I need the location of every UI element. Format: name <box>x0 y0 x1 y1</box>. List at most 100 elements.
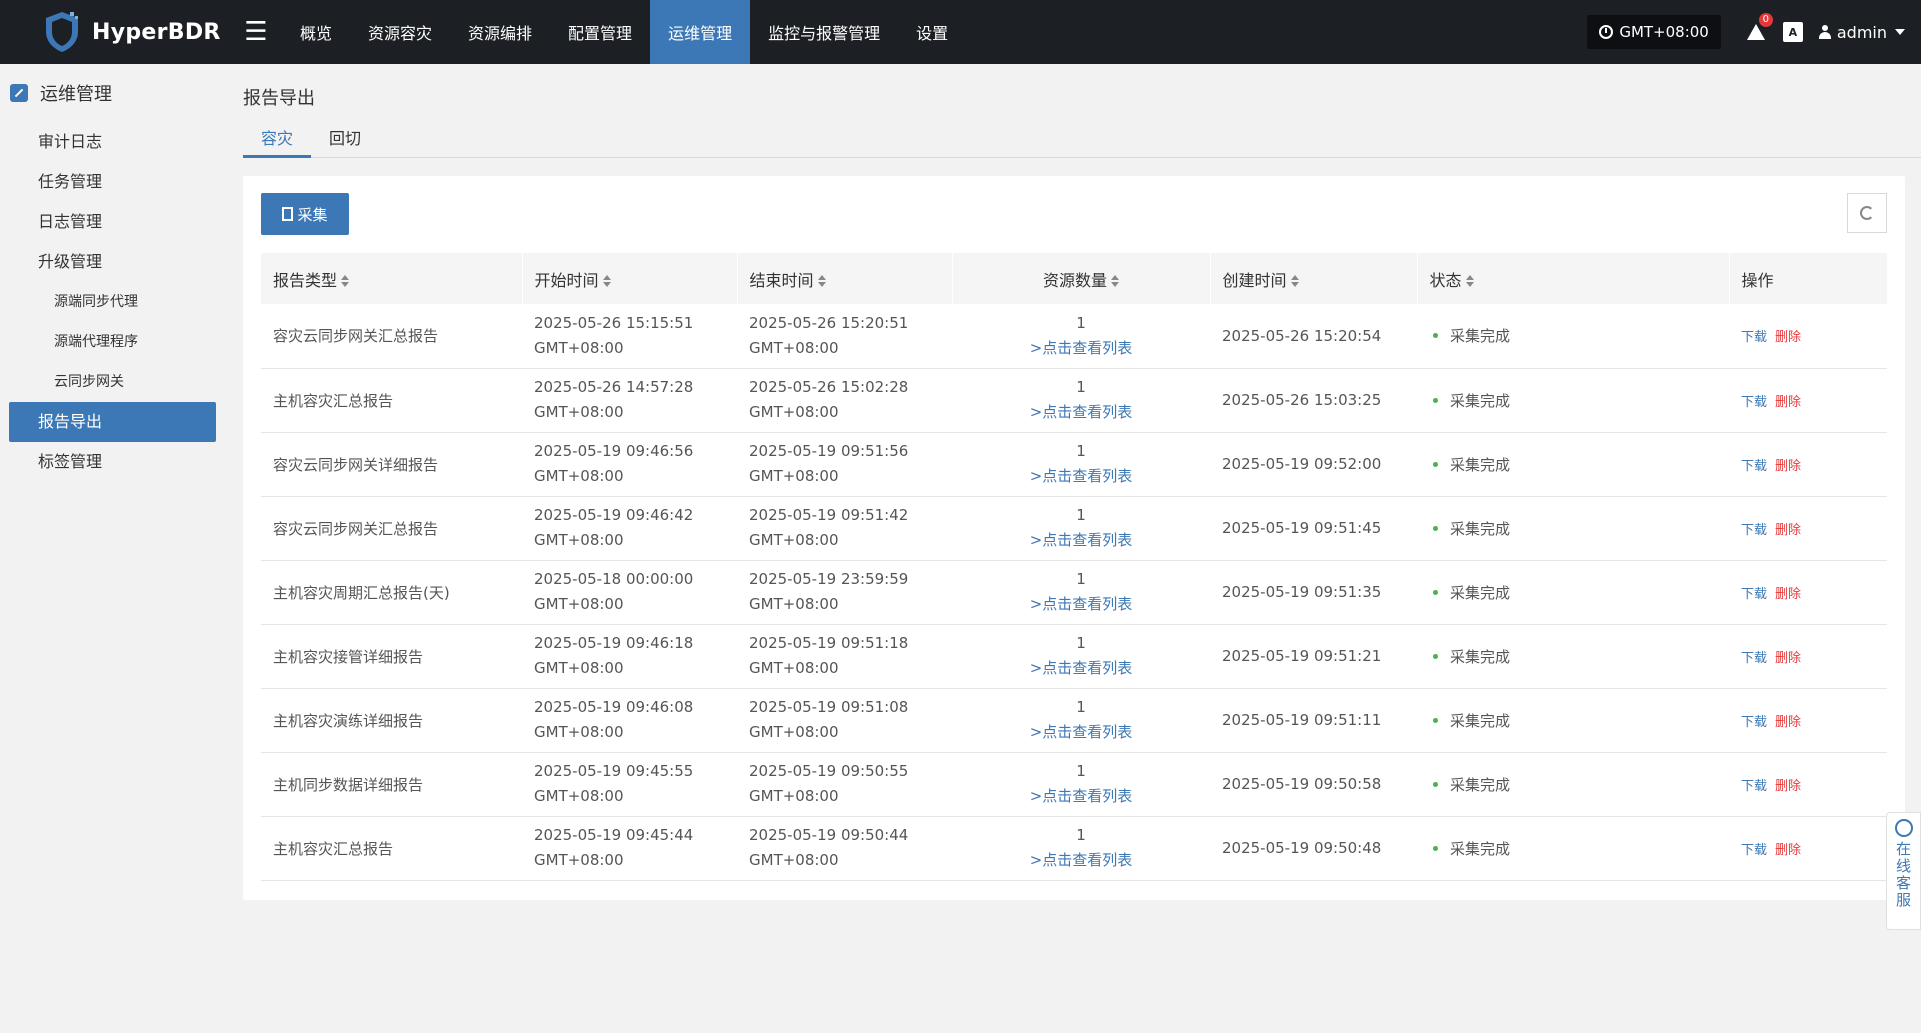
sort-icon[interactable] <box>1111 275 1119 287</box>
cell-end-time: 2025-05-19 09:51:08 GMT+08:00 <box>737 688 952 753</box>
view-list-link[interactable]: >点击查看列表 <box>952 592 1210 617</box>
language-switch-icon[interactable]: A <box>1782 22 1803 42</box>
cell-created-time: 2025-05-19 09:52:00 <box>1210 432 1417 497</box>
delete-link[interactable]: 删除 <box>1775 523 1801 538</box>
sort-icon[interactable] <box>602 275 611 287</box>
timezone-display[interactable]: GMT+08:00 <box>1587 15 1721 49</box>
view-list-link[interactable]: >点击查看列表 <box>952 336 1210 361</box>
nav-ops-management[interactable]: 运维管理 <box>650 0 751 64</box>
sidebar-item-task-management[interactable]: 任务管理 <box>0 162 222 202</box>
cell-resource-count: 1 >点击查看列表 <box>952 560 1210 625</box>
cell-actions: 下载 删除 <box>1729 560 1887 625</box>
download-link[interactable]: 下载 <box>1741 779 1767 794</box>
resource-count: 1 <box>1076 378 1086 396</box>
cell-resource-count: 1 >点击查看列表 <box>952 688 1210 753</box>
sidebar-item-source-sync-agent[interactable]: 源端同步代理 <box>0 282 222 322</box>
cell-end-time: 2025-05-19 09:50:44 GMT+08:00 <box>737 816 952 881</box>
download-link[interactable]: 下载 <box>1741 715 1767 730</box>
download-link[interactable]: 下载 <box>1741 330 1767 345</box>
start-datetime: 2025-05-19 09:46:08 <box>534 698 694 716</box>
top-right-tools: GMT+08:00 0 A admin <box>1587 0 1921 64</box>
delete-link[interactable]: 删除 <box>1775 459 1801 474</box>
sidebar-item-upgrade-management[interactable]: 升级管理 <box>0 242 222 282</box>
cell-report-type: 主机容灾周期汇总报告(天) <box>261 560 522 625</box>
nav-config-management[interactable]: 配置管理 <box>550 0 650 64</box>
collect-button[interactable]: 采集 <box>261 193 349 235</box>
view-list-link[interactable]: >点击查看列表 <box>952 784 1210 809</box>
view-list-link[interactable]: >点击查看列表 <box>952 464 1210 489</box>
end-timezone: GMT+08:00 <box>749 851 839 869</box>
status-dot-icon <box>1433 333 1438 339</box>
end-datetime: 2025-05-26 15:02:28 <box>749 378 909 396</box>
col-header-created-time[interactable]: 创建时间 <box>1210 253 1418 304</box>
tab-disaster-recovery[interactable]: 容灾 <box>243 122 312 158</box>
brand-logo[interactable]: HyperBDR <box>0 0 230 64</box>
end-timezone: GMT+08:00 <box>749 531 839 549</box>
view-list-link[interactable]: >点击查看列表 <box>952 848 1210 873</box>
main-nav: 概览 资源容灾 资源编排 配置管理 运维管理 监控与报警管理 设置 <box>282 0 966 64</box>
col-header-resource-count[interactable]: 资源数量 <box>952 253 1211 304</box>
delete-link[interactable]: 删除 <box>1775 779 1801 794</box>
nav-resource-dr[interactable]: 资源容灾 <box>350 0 450 64</box>
report-table: 报告类型 开始时间 结束时间 资源数量 创建时间 状态 操作 容灾云同步网关汇总… <box>261 253 1888 881</box>
col-header-end-time[interactable]: 结束时间 <box>737 253 953 304</box>
nav-resource-orchestration[interactable]: 资源编排 <box>450 0 550 64</box>
download-link[interactable]: 下载 <box>1741 843 1767 858</box>
delete-link[interactable]: 删除 <box>1775 587 1801 602</box>
nav-monitoring-alerts[interactable]: 监控与报警管理 <box>750 0 898 64</box>
start-datetime: 2025-05-19 09:45:55 <box>534 762 694 780</box>
service-label-char: 客 <box>1895 874 1911 892</box>
tab-failback[interactable]: 回切 <box>311 122 379 158</box>
nav-settings[interactable]: 设置 <box>898 0 966 64</box>
user-menu[interactable]: admin <box>1818 23 1905 42</box>
download-link[interactable]: 下载 <box>1741 651 1767 666</box>
sort-icon[interactable] <box>817 275 826 287</box>
cell-report-type: 主机容灾汇总报告 <box>261 368 522 433</box>
delete-link[interactable]: 删除 <box>1775 330 1801 345</box>
cell-resource-count: 1 >点击查看列表 <box>952 752 1210 817</box>
sort-icon[interactable] <box>1290 275 1299 287</box>
download-link[interactable]: 下载 <box>1741 587 1767 602</box>
col-header-report-type[interactable]: 报告类型 <box>261 253 523 304</box>
cell-end-time: 2025-05-19 09:51:42 GMT+08:00 <box>737 496 952 561</box>
sidebar-item-report-export[interactable]: 报告导出 <box>9 402 216 442</box>
sidebar-item-audit-log[interactable]: 审计日志 <box>0 122 222 162</box>
download-link[interactable]: 下载 <box>1741 395 1767 410</box>
view-list-link[interactable]: >点击查看列表 <box>952 720 1210 745</box>
resource-count: 1 <box>1076 698 1086 716</box>
delete-link[interactable]: 删除 <box>1775 651 1801 666</box>
download-link[interactable]: 下载 <box>1741 459 1767 474</box>
cell-report-type: 主机容灾演练详细报告 <box>261 688 522 753</box>
sidebar-item-log-management[interactable]: 日志管理 <box>0 202 222 242</box>
delete-link[interactable]: 删除 <box>1775 395 1801 410</box>
sidebar-item-cloud-sync-gateway[interactable]: 云同步网关 <box>0 362 222 402</box>
view-list-link[interactable]: >点击查看列表 <box>952 528 1210 553</box>
sort-icon[interactable] <box>1465 275 1474 287</box>
sort-icon[interactable] <box>341 275 350 287</box>
download-link[interactable]: 下载 <box>1741 523 1767 538</box>
menu-toggle-icon[interactable]: ☰ <box>230 0 282 64</box>
sidebar-item-source-agent-program[interactable]: 源端代理程序 <box>0 322 222 362</box>
cell-created-time: 2025-05-19 09:51:35 <box>1210 560 1417 625</box>
nav-overview[interactable]: 概览 <box>282 0 350 64</box>
view-list-link[interactable]: >点击查看列表 <box>952 656 1210 681</box>
status-text: 采集完成 <box>1450 391 1511 410</box>
col-header-start-time[interactable]: 开始时间 <box>522 253 738 304</box>
chevron-down-icon <box>1895 29 1905 35</box>
table-header-row: 报告类型 开始时间 结束时间 资源数量 创建时间 状态 操作 <box>261 253 1888 304</box>
online-service-button[interactable]: 在 线 客 服 <box>1886 812 1921 930</box>
refresh-button[interactable] <box>1847 193 1887 233</box>
col-header-status[interactable]: 状态 <box>1417 253 1730 304</box>
view-list-link[interactable]: >点击查看列表 <box>952 400 1210 425</box>
sidebar: 运维管理 审计日志 任务管理 日志管理 升级管理 源端同步代理 源端代理程序 云… <box>0 64 222 1033</box>
delete-link[interactable]: 删除 <box>1775 715 1801 730</box>
alert-button[interactable]: 0 <box>1741 13 1773 47</box>
cell-status: 采集完成 <box>1417 816 1729 881</box>
sidebar-item-tag-management[interactable]: 标签管理 <box>0 442 222 482</box>
resource-count: 1 <box>1076 634 1086 652</box>
collect-button-label: 采集 <box>297 206 328 224</box>
resource-count: 1 <box>1076 442 1086 460</box>
delete-link[interactable]: 删除 <box>1775 843 1801 858</box>
cell-report-type: 容灾云同步网关汇总报告 <box>261 496 522 561</box>
status-text: 采集完成 <box>1450 583 1511 602</box>
